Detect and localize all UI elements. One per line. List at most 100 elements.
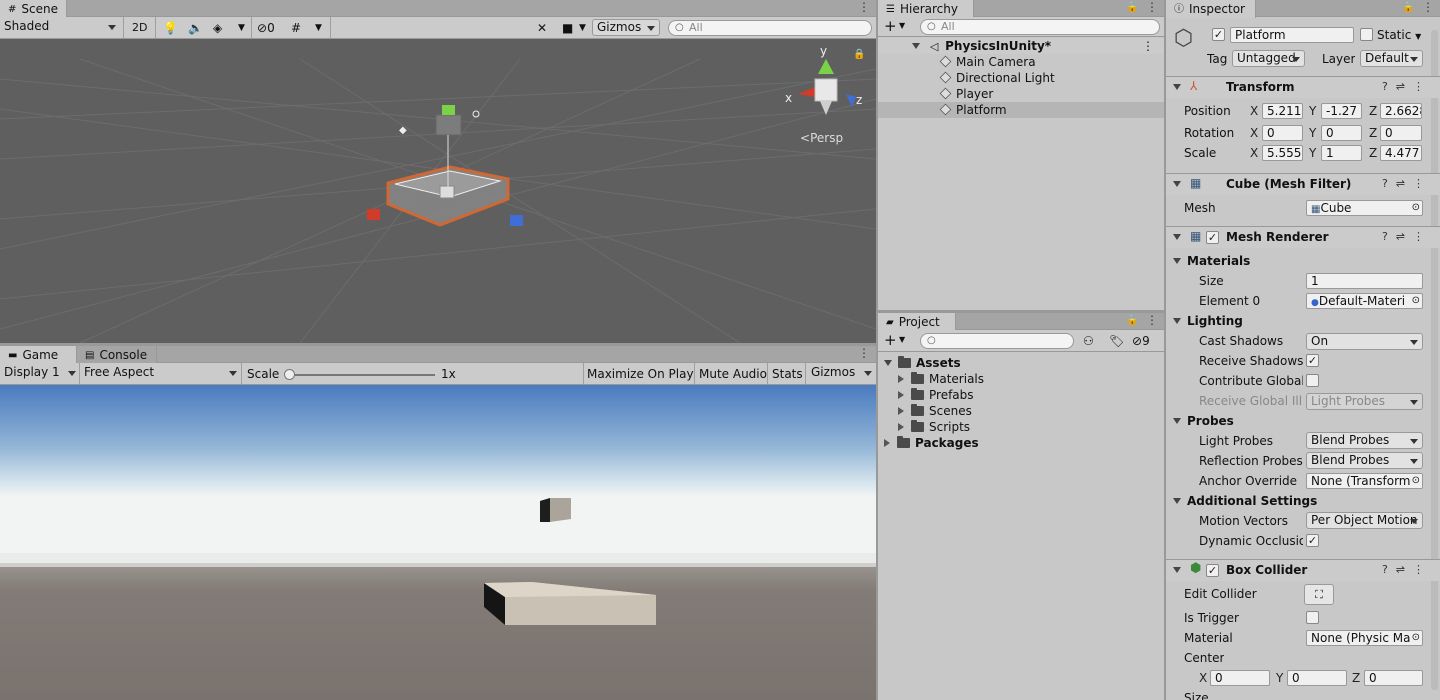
materials-size-field[interactable]: 1 — [1306, 273, 1423, 289]
scale-x-field[interactable]: 5.5558 — [1262, 145, 1303, 161]
project-add-dropdown-icon[interactable]: ▼ — [899, 331, 905, 349]
hierarchy-search-input[interactable]: ○ All — [920, 19, 1160, 35]
hierarchy-item-player[interactable]: Player — [878, 86, 1164, 102]
mute-audio-toggle[interactable]: Mute Audio — [699, 365, 767, 383]
project-menu-icon[interactable]: ⋮ — [1146, 313, 1158, 330]
contribute-gi-checkbox[interactable] — [1306, 374, 1319, 387]
collapse-icon[interactable] — [898, 407, 904, 415]
lock-icon[interactable]: 🔒 — [853, 49, 865, 60]
object-picker-icon[interactable]: ⊙ — [1412, 201, 1420, 215]
scale-slider-handle[interactable] — [284, 369, 295, 380]
foldout-icon[interactable] — [1173, 234, 1181, 240]
scene-visibility-icon[interactable]: ⊘0 — [257, 19, 275, 37]
transform-header[interactable]: ⅄ Transform ?⇌⋮ — [1166, 76, 1440, 98]
rotation-y-field[interactable]: 0 — [1321, 125, 1362, 141]
inspector-scrollbar[interactable] — [1431, 30, 1438, 690]
hierarchy-add-dropdown-icon[interactable]: ▼ — [899, 17, 905, 35]
object-picker-icon[interactable]: ⊙ — [1409, 474, 1422, 488]
2d-toggle-button[interactable]: 2D — [132, 19, 147, 37]
component-header-icons[interactable]: ?⇌⋮ — [1382, 563, 1432, 576]
mesh-renderer-header[interactable]: ▦ ✓ Mesh Renderer ?⇌⋮ — [1166, 226, 1440, 248]
light-probes-dropdown[interactable]: Blend Probes — [1306, 432, 1423, 449]
project-folder-prefabs[interactable]: Prefabs — [878, 387, 1164, 403]
collapse-icon[interactable] — [898, 391, 904, 399]
receive-shadows-checkbox[interactable]: ✓ — [1306, 354, 1319, 367]
layer-dropdown[interactable]: Default — [1360, 50, 1423, 67]
foldout-icon[interactable] — [1173, 84, 1181, 90]
is-trigger-checkbox[interactable] — [1306, 611, 1319, 624]
active-checkbox[interactable]: ✓ — [1212, 28, 1225, 41]
tab-console[interactable]: ▤ Console — [77, 346, 157, 364]
project-folder-scenes[interactable]: Scenes — [878, 403, 1164, 419]
grid-toggle-icon[interactable]: # — [291, 19, 301, 37]
lighting-toggle-icon[interactable]: 💡 — [163, 19, 178, 37]
project-lock-icon[interactable]: 🔒 — [1126, 313, 1138, 330]
rotation-z-field[interactable]: 0 — [1380, 125, 1422, 141]
tab-inspector[interactable]: ⓘ Inspector — [1166, 0, 1256, 18]
collapse-icon[interactable] — [898, 423, 904, 431]
scale-y-field[interactable]: 1 — [1321, 145, 1362, 161]
hierarchy-item-directional-light[interactable]: Directional Light — [878, 70, 1164, 86]
scene-viewport[interactable]: ◆ — [0, 39, 876, 343]
camera-icon[interactable]: ■ — [562, 19, 573, 37]
scale-slider-track[interactable] — [289, 374, 435, 376]
mesh-object-field[interactable]: ▦Cube ⊙ — [1306, 200, 1423, 216]
anchor-override-field[interactable]: None (Transform) ⊙ — [1306, 473, 1423, 489]
mesh-filter-header[interactable]: ▦ Cube (Mesh Filter) ?⇌⋮ — [1166, 173, 1440, 195]
game-gizmos-dropdown[interactable]: Gizmos — [807, 365, 876, 382]
hierarchy-scene-row[interactable]: ◁ PhysicsInUnity* ⋮ — [878, 38, 1164, 54]
lighting-foldout[interactable]: Lighting — [1173, 313, 1243, 329]
tab-hierarchy[interactable]: ☰ Hierarchy — [878, 0, 974, 18]
gameobject-cube-icon[interactable]: ⬡ — [1174, 26, 1193, 51]
hierarchy-add-button[interactable]: + — [884, 17, 897, 35]
inspector-menu-icon[interactable]: ⋮ — [1422, 0, 1434, 17]
component-header-icons[interactable]: ?⇌⋮ — [1382, 80, 1432, 93]
foldout-icon[interactable] — [1173, 498, 1181, 504]
position-z-field[interactable]: 2.6628 — [1380, 103, 1422, 119]
materials-foldout[interactable]: Materials — [1173, 253, 1250, 269]
foldout-icon[interactable] — [1173, 318, 1181, 324]
foldout-icon[interactable] — [1173, 258, 1181, 264]
scene-search-input[interactable]: ○ All — [668, 20, 872, 36]
game-menu-icon[interactable]: ⋮ — [858, 346, 870, 363]
project-folder-materials[interactable]: Materials — [878, 371, 1164, 387]
element0-object-field[interactable]: ●Default-Materi ⊙ — [1306, 293, 1423, 309]
project-packages-row[interactable]: Packages — [878, 435, 1164, 451]
foldout-icon[interactable] — [1173, 567, 1181, 573]
scene-menu-icon[interactable]: ⋮ — [1142, 38, 1154, 54]
center-z-field[interactable]: 0 — [1364, 670, 1423, 686]
object-picker-icon[interactable]: ⊙ — [1409, 631, 1422, 645]
project-assets-row[interactable]: Assets — [878, 355, 1164, 371]
project-add-button[interactable]: + — [884, 331, 897, 349]
foldout-icon[interactable] — [1173, 418, 1181, 424]
dynamic-occlusion-checkbox[interactable]: ✓ — [1306, 534, 1319, 547]
collapse-icon[interactable] — [884, 439, 890, 447]
expand-icon[interactable] — [912, 43, 920, 49]
inspector-lock-icon[interactable]: 🔒 — [1402, 0, 1414, 17]
search-by-label-icon[interactable]: 🏷 — [1109, 332, 1124, 350]
foldout-icon[interactable] — [1173, 181, 1181, 187]
tab-scene[interactable]: # Scene — [0, 0, 67, 18]
rotation-x-field[interactable]: 0 — [1262, 125, 1303, 141]
tag-dropdown[interactable]: Untagged — [1232, 50, 1305, 67]
scale-z-field[interactable]: 4.477 — [1380, 145, 1422, 161]
probes-foldout[interactable]: Probes — [1173, 413, 1234, 429]
additional-settings-foldout[interactable]: Additional Settings — [1173, 493, 1317, 509]
hierarchy-item-main-camera[interactable]: Main Camera — [878, 54, 1164, 70]
hierarchy-item-platform[interactable]: Platform — [878, 102, 1164, 118]
camera-dropdown-icon[interactable]: ▼ — [579, 19, 586, 37]
aspect-dropdown[interactable]: Free Aspect — [80, 365, 241, 382]
component-header-icons[interactable]: ?⇌⋮ — [1382, 230, 1432, 243]
persp-label[interactable]: <Persp — [800, 131, 843, 145]
maximize-on-play-toggle[interactable]: Maximize On Play — [587, 365, 694, 383]
project-folder-scripts[interactable]: Scripts — [878, 419, 1164, 435]
grid-dropdown-icon[interactable]: ▼ — [315, 19, 322, 37]
edit-collider-button[interactable]: ⛶ — [1304, 584, 1334, 605]
static-checkbox[interactable] — [1360, 28, 1373, 41]
position-x-field[interactable]: 5.2119 — [1262, 103, 1303, 119]
stats-toggle[interactable]: Stats — [772, 365, 803, 383]
tools-icon[interactable]: ✕ — [537, 19, 547, 37]
scene-menu-icon[interactable]: ⋮ — [858, 0, 870, 17]
hierarchy-lock-icon[interactable]: 🔒 — [1126, 0, 1138, 17]
hidden-packages-icon[interactable]: ⊘9 — [1132, 332, 1150, 350]
